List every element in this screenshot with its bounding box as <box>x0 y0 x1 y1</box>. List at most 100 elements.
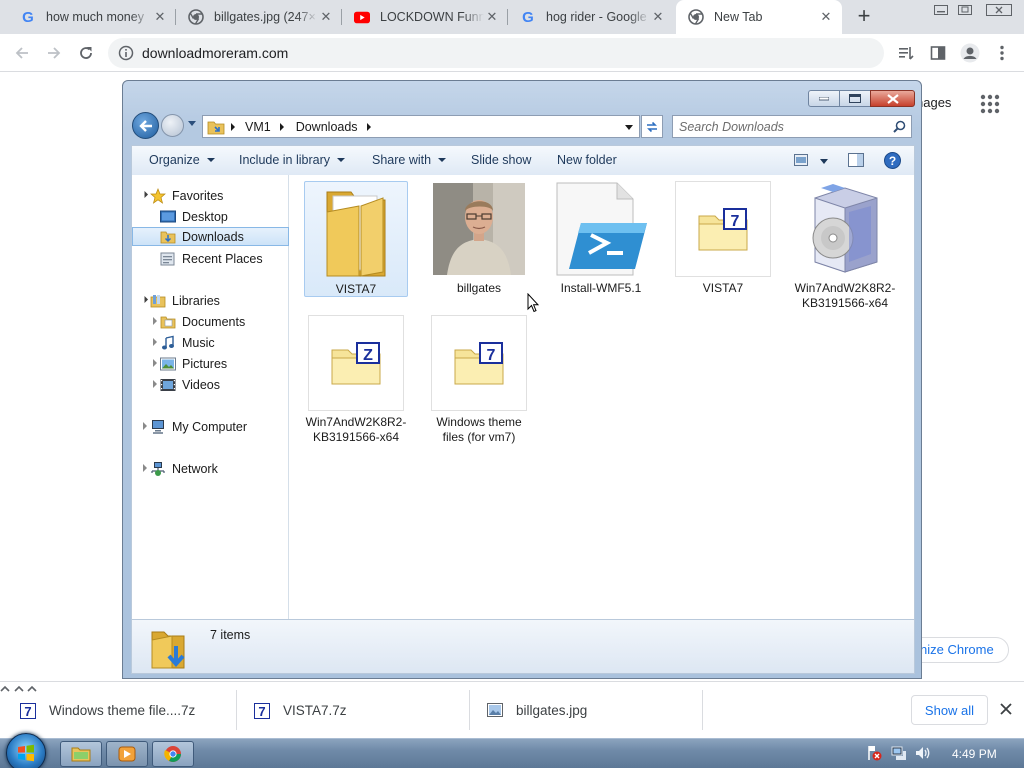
download-item-windows-theme[interactable]: 7 Windows theme file....7z <box>20 682 195 739</box>
close-tab-icon[interactable]: ✕ <box>318 9 334 25</box>
svg-text:?: ? <box>889 154 896 168</box>
file-item-windows-theme[interactable]: 7 Windows theme files (for vm7) <box>427 315 531 445</box>
reload-button[interactable] <box>74 41 98 65</box>
breadcrumb-separator-icon[interactable] <box>279 122 284 131</box>
breadcrumb-downloads[interactable]: Downloads <box>296 120 358 134</box>
explorer-address-bar[interactable]: VM1 Downloads <box>202 115 640 138</box>
nav-network[interactable]: Network <box>150 459 218 478</box>
expand-music-icon[interactable] <box>153 338 157 346</box>
nav-downloads[interactable]: Downloads <box>132 227 289 246</box>
expand-documents-icon[interactable] <box>153 317 157 325</box>
file-item-kb-installer[interactable]: Win7AndW2K8R2-KB3191566-x64 <box>793 181 897 311</box>
file-item-kb-zip[interactable]: Z Win7AndW2K8R2-KB3191566-x64 <box>304 315 408 445</box>
address-history-dropdown-icon[interactable] <box>625 125 633 130</box>
chevron-up-icon[interactable] <box>0 682 14 697</box>
new-tab-button[interactable]: + <box>852 5 876 29</box>
share-with-button[interactable]: Share with <box>372 153 447 167</box>
file-item-vista7-folder[interactable]: VISTA7 <box>304 181 408 297</box>
view-options-dropdown-icon[interactable] <box>820 159 828 164</box>
nav-documents[interactable]: Documents <box>160 312 245 331</box>
breadcrumb-vm1[interactable]: VM1 <box>245 120 271 134</box>
organize-menu-button[interactable]: Organize <box>149 153 215 167</box>
close-tab-icon[interactable]: ✕ <box>818 9 834 25</box>
nav-recent-places[interactable]: Recent Places <box>160 249 263 268</box>
nav-music[interactable]: Music <box>160 333 215 352</box>
close-tab-icon[interactable]: ✕ <box>650 9 666 25</box>
explorer-minimize-button[interactable] <box>808 90 840 107</box>
close-tab-icon[interactable]: ✕ <box>484 9 500 25</box>
download-item-billgates[interactable]: billgates.jpg <box>487 682 587 739</box>
tab-billgates-jpg[interactable]: billgates.jpg (247× ✕ <box>176 0 342 34</box>
recent-pages-dropdown-icon[interactable] <box>188 121 196 126</box>
back-button[interactable] <box>10 41 34 65</box>
nav-videos[interactable]: Videos <box>160 375 220 394</box>
close-icon[interactable] <box>999 702 1013 716</box>
address-bar[interactable]: downloadmoreram.com <box>108 38 884 68</box>
nav-desktop[interactable]: Desktop <box>160 207 228 226</box>
explorer-folder-icon <box>71 747 91 762</box>
show-all-downloads-button[interactable]: Show all <box>911 695 988 725</box>
collapse-favorites-icon[interactable] <box>140 190 149 199</box>
collapse-libraries-icon[interactable] <box>140 295 149 304</box>
reading-list-icon[interactable] <box>894 41 918 65</box>
taskbar-media-player-button[interactable] <box>106 741 148 767</box>
preview-pane-icon[interactable] <box>848 153 864 170</box>
file-item-install-wmf[interactable]: Install-WMF5.1 <box>549 181 653 297</box>
network-status-icon[interactable] <box>891 745 907 761</box>
explorer-back-button[interactable] <box>132 112 159 139</box>
profile-avatar-icon[interactable] <box>958 41 982 65</box>
close-window-button[interactable] <box>982 0 1016 20</box>
include-in-library-button[interactable]: Include in library <box>239 153 346 167</box>
chevron-down-icon <box>206 158 215 162</box>
file-item-vista7-7z[interactable]: 7 VISTA7 <box>671 181 775 297</box>
tab-new-tab[interactable]: New Tab ✕ <box>676 0 842 34</box>
tab-how-much-money[interactable]: G how much money ✕ <box>8 0 176 34</box>
nav-music-label: Music <box>182 335 215 350</box>
google-apps-icon[interactable] <box>980 94 1000 114</box>
help-icon[interactable]: ? <box>884 152 901 172</box>
tab-lockdown-funny[interactable]: LOCKDOWN Funny ✕ <box>342 0 508 34</box>
breadcrumb-separator-icon[interactable] <box>231 122 235 131</box>
explorer-refresh-button[interactable] <box>641 115 663 138</box>
explorer-search-box[interactable] <box>672 115 912 138</box>
taskbar-clock[interactable]: 4:49 PM <box>952 747 997 761</box>
breadcrumb-separator-icon[interactable] <box>366 122 371 131</box>
nav-downloads-label: Downloads <box>182 229 244 244</box>
network-icon <box>150 461 166 477</box>
url-text[interactable]: downloadmoreram.com <box>142 45 288 61</box>
nav-libraries-label: Libraries <box>172 293 220 308</box>
expand-network-icon[interactable] <box>143 464 147 472</box>
taskbar-explorer-button[interactable] <box>60 741 102 767</box>
explorer-forward-button[interactable] <box>161 114 184 137</box>
download-item-vista7[interactable]: 7 VISTA7.7z <box>254 682 347 739</box>
nav-my-computer[interactable]: My Computer <box>150 417 247 436</box>
menu-kebab-icon[interactable] <box>990 41 1014 65</box>
slide-show-button[interactable]: Slide show <box>471 153 531 167</box>
restore-window-button[interactable] <box>948 0 982 20</box>
explorer-close-button[interactable] <box>870 90 915 107</box>
nav-pictures[interactable]: Pictures <box>160 354 227 373</box>
volume-icon[interactable] <box>915 745 931 761</box>
change-view-icon[interactable] <box>794 154 808 169</box>
expand-my-computer-icon[interactable] <box>143 422 147 430</box>
side-panel-icon[interactable] <box>926 41 950 65</box>
action-center-alert-icon[interactable] <box>866 745 882 761</box>
close-tab-icon[interactable]: ✕ <box>152 9 168 25</box>
taskbar-chrome-button[interactable] <box>152 741 194 767</box>
file-item-billgates[interactable]: billgates <box>427 181 531 297</box>
search-input[interactable] <box>673 116 883 137</box>
tab-hog-rider[interactable]: G hog rider - Google ✕ <box>508 0 674 34</box>
site-info-icon[interactable] <box>118 45 134 64</box>
nav-libraries[interactable]: Libraries <box>150 291 220 310</box>
expand-pictures-icon[interactable] <box>153 359 157 367</box>
7z-file-icon: 7 <box>20 702 36 719</box>
nav-favorites[interactable]: Favorites <box>150 186 223 205</box>
video-film-icon <box>160 377 176 393</box>
nav-my-computer-label: My Computer <box>172 419 248 434</box>
explorer-maximize-button[interactable] <box>839 90 871 107</box>
search-icon[interactable] <box>893 120 906 136</box>
expand-videos-icon[interactable] <box>153 380 157 388</box>
forward-button[interactable] <box>42 41 66 65</box>
start-button[interactable] <box>6 733 46 768</box>
new-folder-button[interactable]: New folder <box>557 153 617 167</box>
